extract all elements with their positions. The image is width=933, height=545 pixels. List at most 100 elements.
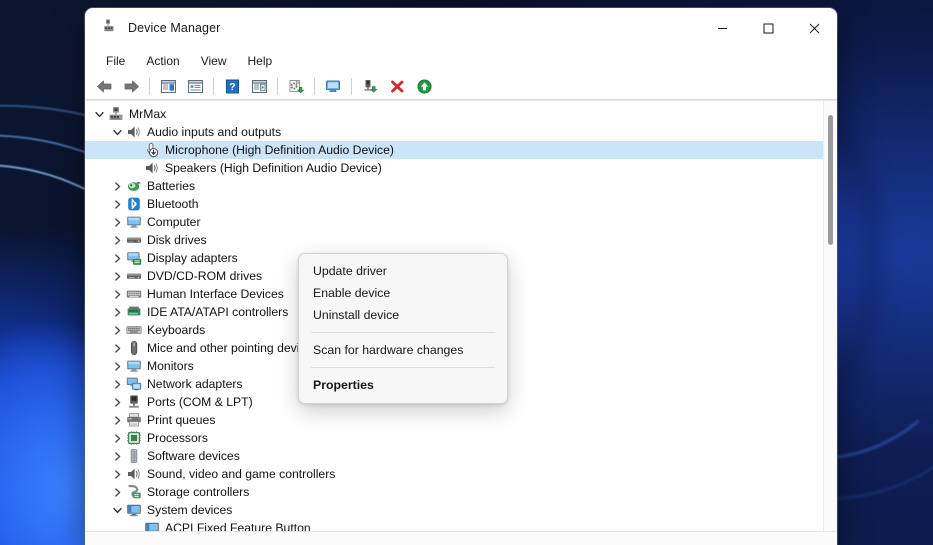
chevron-right-icon[interactable] (109, 411, 125, 429)
toolbar-separator (314, 77, 315, 95)
tree-node[interactable]: Batteries (85, 177, 823, 195)
port-icon (125, 394, 142, 411)
tree-node[interactable]: Computer (85, 213, 823, 231)
title-bar[interactable]: Device Manager (85, 8, 837, 48)
menu-item-help[interactable]: Help (239, 51, 282, 71)
chevron-right-icon[interactable] (109, 429, 125, 447)
chevron-right-icon[interactable] (109, 357, 125, 375)
show-hidden-devices-icon[interactable] (155, 75, 181, 98)
properties-window-icon[interactable] (182, 75, 208, 98)
tree-node-label: Network adapters (147, 377, 243, 391)
menu-item-file[interactable]: File (97, 51, 134, 71)
chevron-right-icon[interactable] (109, 213, 125, 231)
tree-node-label: Monitors (147, 359, 194, 373)
tree-node[interactable]: MrMax (85, 105, 823, 123)
tree-node[interactable]: Processors (85, 429, 823, 447)
vertical-scrollbar-thumb[interactable] (828, 115, 833, 245)
tree-node-label: Mice and other pointing devices (147, 341, 319, 355)
chevron-right-icon[interactable] (109, 177, 125, 195)
device-tree-pane[interactable]: MrMax Audio inputs and outputs Microphone … (85, 100, 837, 531)
chevron-right-icon[interactable] (109, 231, 125, 249)
chevron-right-icon[interactable] (109, 267, 125, 285)
tree-node-label: Bluetooth (147, 197, 199, 211)
chevron-right-icon[interactable] (109, 249, 125, 267)
context-menu[interactable]: Update driver Enable device Uninstall de… (298, 253, 508, 404)
tree-node-label: Computer (147, 215, 201, 229)
toolbar-separator (351, 77, 352, 95)
twisty-placeholder (127, 519, 143, 531)
tree-node[interactable]: System devices (85, 501, 823, 519)
horizontal-scrollbar[interactable] (85, 531, 837, 545)
forward-icon[interactable] (118, 75, 144, 98)
chevron-down-icon[interactable] (109, 501, 125, 519)
twisty-placeholder (127, 141, 143, 159)
system-device-icon (143, 520, 160, 531)
window-controls (699, 8, 837, 48)
tree-node[interactable]: Speakers (High Definition Audio Device) (85, 159, 823, 177)
menu-item-action[interactable]: Action (137, 51, 188, 71)
microphone-update-icon (143, 142, 160, 159)
tree-node[interactable]: Print queues (85, 411, 823, 429)
scan-hardware-changes-icon[interactable] (320, 75, 346, 98)
tree-node[interactable]: Sound, video and game controllers (85, 465, 823, 483)
tree-node-label: Storage controllers (147, 485, 250, 499)
chevron-right-icon[interactable] (109, 483, 125, 501)
context-menu-separator (311, 332, 495, 333)
update-device-driver-icon[interactable] (357, 75, 383, 98)
tree-node[interactable]: Bluetooth (85, 195, 823, 213)
close-button[interactable] (791, 8, 837, 48)
dvd-icon (125, 268, 142, 285)
chevron-right-icon[interactable] (109, 321, 125, 339)
disk-icon (125, 232, 142, 249)
chevron-down-icon[interactable] (109, 123, 125, 141)
tree-node[interactable]: ACPI Fixed Feature Button (85, 519, 823, 531)
tree-node[interactable]: Disk drives (85, 231, 823, 249)
tree-node[interactable]: Microphone (High Definition Audio Device… (85, 141, 823, 159)
enable-device-icon[interactable] (411, 75, 437, 98)
tree-node[interactable]: Software devices (85, 447, 823, 465)
chevron-right-icon[interactable] (109, 393, 125, 411)
menu-item-view[interactable]: View (192, 51, 236, 71)
context-menu-item-uninstall-device[interactable]: Uninstall device (299, 304, 507, 326)
uninstall-device-icon[interactable] (384, 75, 410, 98)
tree-node-label: System devices (147, 503, 233, 517)
chevron-right-icon[interactable] (109, 339, 125, 357)
tree-node-label: Keyboards (147, 323, 206, 337)
chevron-right-icon[interactable] (109, 285, 125, 303)
chevron-right-icon[interactable] (109, 303, 125, 321)
device-manager-icon (103, 18, 119, 39)
minimize-button[interactable] (699, 8, 745, 48)
tree-node-label: Processors (147, 431, 208, 445)
toolbar: ? (85, 73, 837, 100)
context-menu-item-update-driver[interactable]: Update driver (299, 260, 507, 282)
tree-node[interactable]: Storage controllers (85, 483, 823, 501)
back-icon[interactable] (91, 75, 117, 98)
chevron-right-icon[interactable] (109, 447, 125, 465)
tree-node-label: IDE ATA/ATAPI controllers (147, 305, 289, 319)
help-icon[interactable]: ? (219, 75, 245, 98)
details-view-icon[interactable] (246, 75, 272, 98)
update-driver-icon[interactable] (283, 75, 309, 98)
mouse-icon (125, 340, 142, 357)
system-device-icon (125, 502, 142, 519)
chevron-right-icon[interactable] (109, 375, 125, 393)
window-title: Device Manager (128, 21, 221, 35)
menu-bar: File Action View Help (85, 48, 837, 73)
context-menu-item-properties[interactable]: Properties (299, 374, 507, 396)
tree-node[interactable]: Audio inputs and outputs (85, 123, 823, 141)
chevron-right-icon[interactable] (109, 465, 125, 483)
context-menu-item-scan-for-hardware-changes[interactable]: Scan for hardware changes (299, 339, 507, 361)
toolbar-separator (213, 77, 214, 95)
processor-icon (125, 430, 142, 447)
battery-icon (125, 178, 142, 195)
speaker-icon (125, 466, 142, 483)
twisty-placeholder (127, 159, 143, 177)
tree-node-label: Print queues (147, 413, 216, 427)
maximize-button[interactable] (745, 8, 791, 48)
speaker-icon (125, 124, 142, 141)
ide-controller-icon (125, 304, 142, 321)
chevron-right-icon[interactable] (109, 195, 125, 213)
vertical-scrollbar[interactable] (823, 101, 837, 531)
chevron-down-icon[interactable] (91, 105, 107, 123)
context-menu-item-enable-device[interactable]: Enable device (299, 282, 507, 304)
